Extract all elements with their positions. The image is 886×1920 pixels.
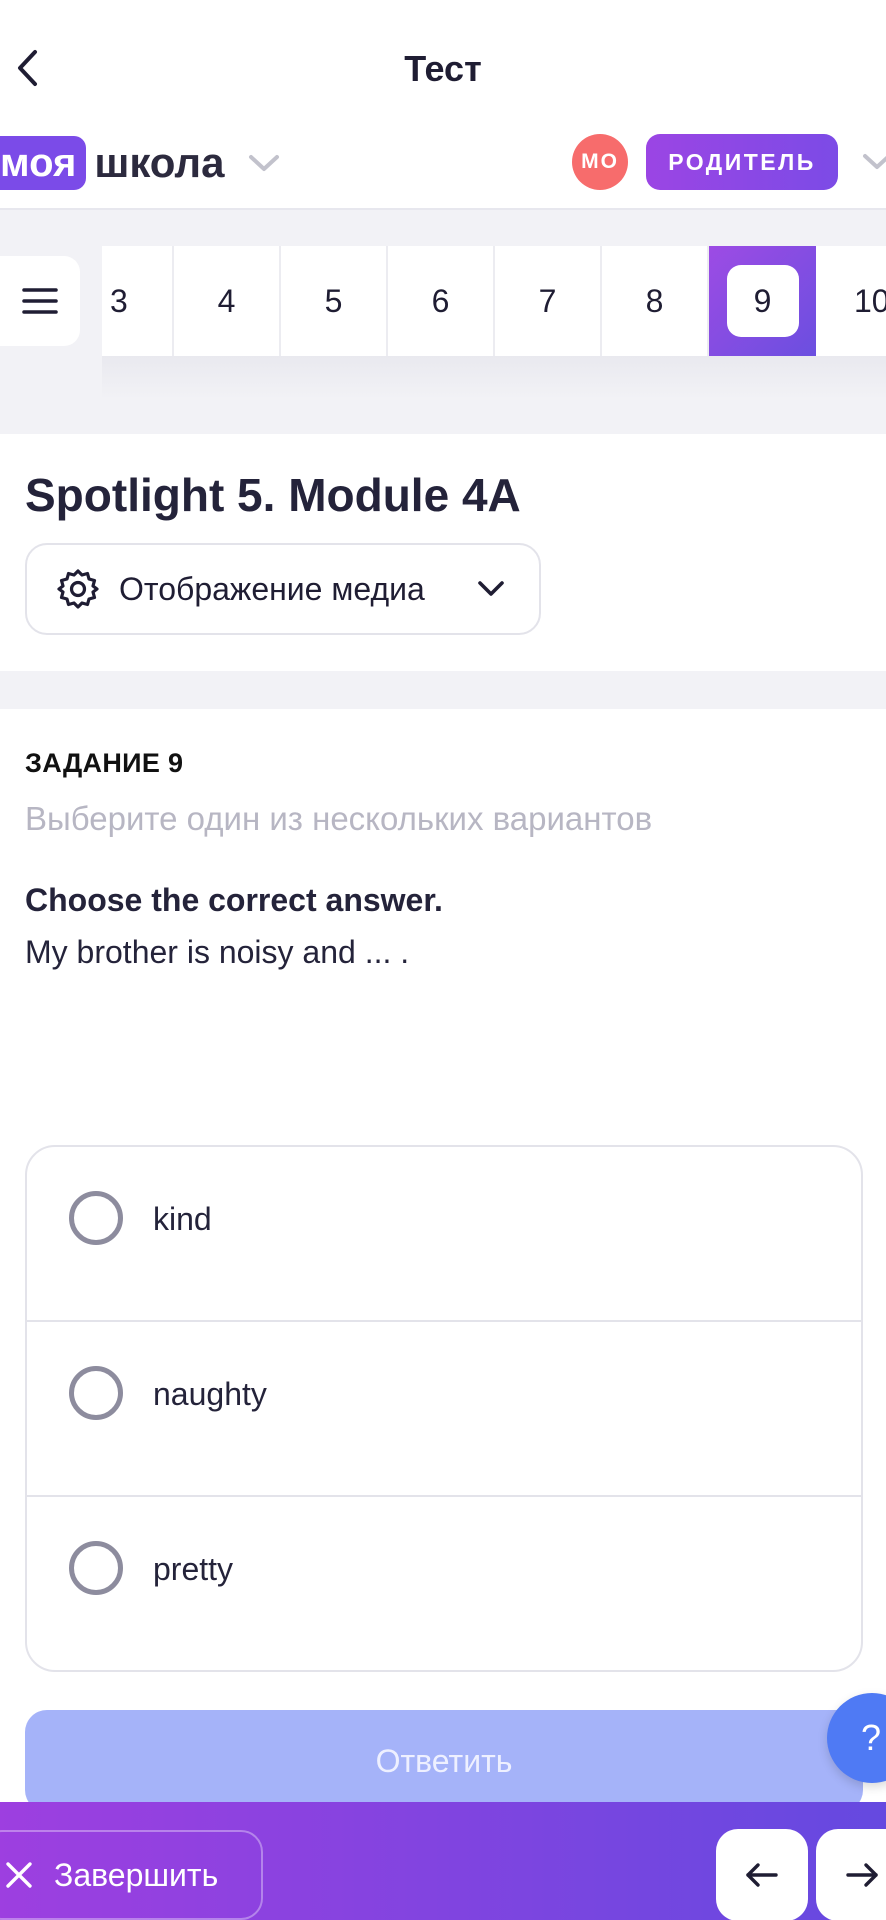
task-number-7[interactable]: 7 <box>495 246 602 356</box>
chevron-down-icon[interactable] <box>248 153 280 173</box>
finish-label: Завершить <box>54 1856 219 1893</box>
task-number-9-active[interactable]: 9 <box>709 246 816 356</box>
avatar[interactable]: МО <box>572 134 628 190</box>
chevron-down-icon[interactable] <box>862 152 886 177</box>
option-label: pretty <box>153 1551 234 1587</box>
active-task-label: 9 <box>726 265 799 337</box>
answer-options: kind naughty pretty <box>25 1145 863 1672</box>
question-text: My brother is noisy and ... . <box>25 934 410 970</box>
task-number-6[interactable]: 6 <box>388 246 495 356</box>
task-hint: Выберите один из нескольких вариантов <box>25 800 653 837</box>
task-number-5[interactable]: 5 <box>281 246 388 356</box>
arrow-left-icon <box>746 1863 778 1887</box>
media-display-dropdown[interactable]: Отображение медиа <box>25 543 541 635</box>
app-header: Тест моя школа МО РОДИТЕЛЬ <box>0 0 886 210</box>
media-display-label: Отображение медиа <box>119 570 425 607</box>
task-number-10[interactable]: 10 <box>816 246 886 356</box>
chevron-down-icon <box>477 580 505 598</box>
option-label: kind <box>153 1201 212 1237</box>
page-title: Тест <box>404 48 482 89</box>
gear-icon <box>57 569 99 609</box>
task-number-3[interactable]: 3 <box>102 246 174 356</box>
role-badge[interactable]: РОДИТЕЛЬ <box>646 134 838 190</box>
task-navigation: 3 4 5 6 7 8 9 10 <box>0 208 886 434</box>
answer-option[interactable]: kind <box>27 1147 861 1322</box>
next-task-button[interactable] <box>816 1829 886 1920</box>
option-label: naughty <box>153 1376 267 1412</box>
task-instruction: Choose the correct answer. <box>25 882 443 918</box>
answer-option[interactable]: naughty <box>27 1322 861 1497</box>
close-icon <box>6 1862 32 1888</box>
module-title: Spotlight 5. Module 4A <box>25 469 521 521</box>
task-number-4[interactable]: 4 <box>174 246 281 356</box>
logo-word: школа <box>94 139 225 186</box>
submit-answer-button[interactable]: Ответить <box>25 1710 863 1812</box>
previous-task-button[interactable] <box>716 1829 808 1920</box>
menu-button[interactable] <box>0 256 80 346</box>
answer-option[interactable]: pretty <box>27 1497 861 1670</box>
arrow-right-icon <box>846 1863 878 1887</box>
logo-badge: моя <box>0 136 87 190</box>
section-divider <box>0 671 886 709</box>
hamburger-icon <box>22 288 58 314</box>
radio-button[interactable] <box>69 1366 123 1420</box>
strip-shadow <box>102 356 886 400</box>
task-number-8[interactable]: 8 <box>602 246 709 356</box>
task-numbers-strip: 3 4 5 6 7 8 9 10 <box>102 246 886 356</box>
school-logo[interactable]: моя школа <box>0 136 280 190</box>
radio-button[interactable] <box>69 1191 123 1245</box>
task-number-heading: ЗАДАНИЕ 9 <box>25 748 184 778</box>
bottom-bar: Завершить <box>0 1802 886 1920</box>
radio-button[interactable] <box>69 1541 123 1595</box>
finish-button[interactable]: Завершить <box>0 1830 263 1920</box>
